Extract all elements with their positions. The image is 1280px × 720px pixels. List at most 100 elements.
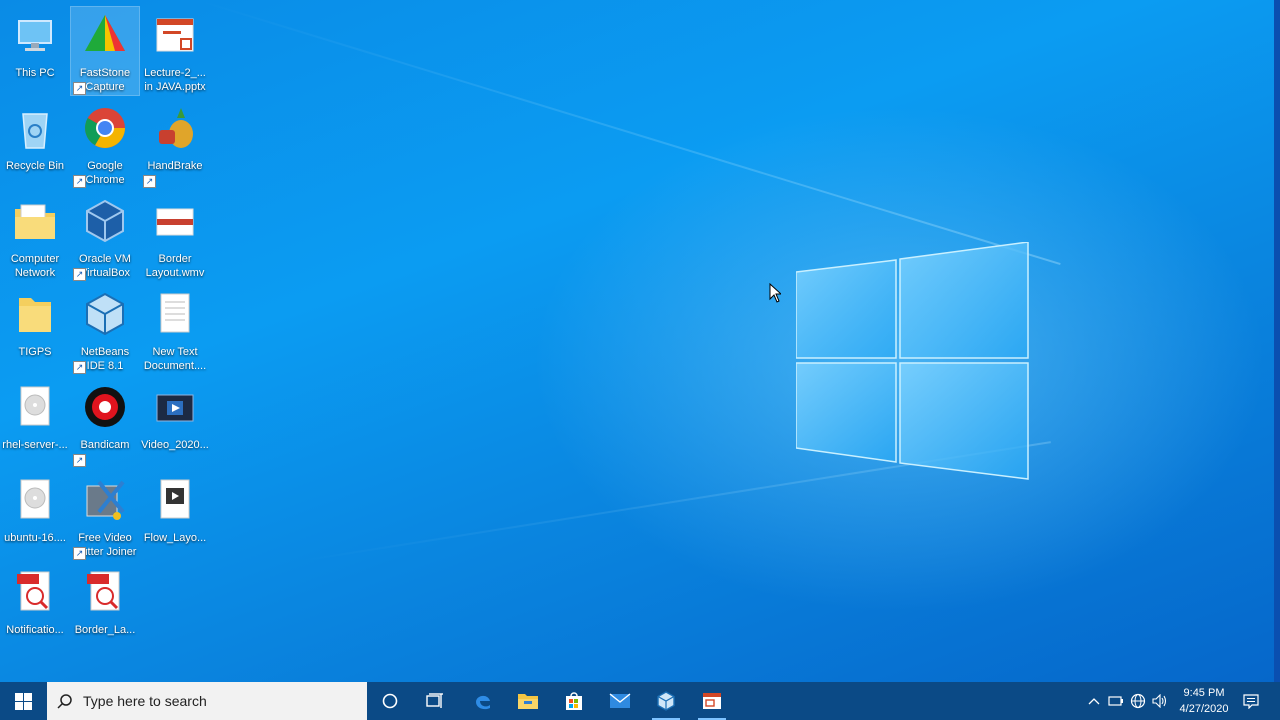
clock-date: 4/27/2020	[1179, 703, 1229, 715]
store-icon	[566, 692, 582, 710]
desktop-icon-label: Border_La...	[74, 624, 136, 636]
desktop-icon-this-pc[interactable]: This PC	[1, 7, 69, 95]
desktop-icon-ubuntu-iso[interactable]: ubuntu-16....	[1, 472, 69, 560]
cortana-button[interactable]	[368, 682, 412, 720]
desktop-icon-label: ubuntu-16....	[4, 532, 66, 544]
desktop-icon-label: HandBrake	[147, 160, 203, 172]
cortana-icon	[382, 693, 398, 709]
desktop-icon-faststone-capture[interactable]: ↗ FastStone Capture	[70, 6, 140, 96]
screen-edge	[1274, 0, 1280, 682]
powerpoint-icon	[703, 693, 721, 709]
taskbar-file-explorer[interactable]	[506, 682, 550, 720]
folder-icon	[19, 298, 51, 332]
shortcut-arrow-icon: ↗	[73, 454, 86, 467]
desktop-icon-label: Notificatio...	[6, 624, 64, 636]
windows-logo	[796, 242, 1029, 480]
wmv-file-icon	[156, 208, 194, 236]
taskbar-edge[interactable]	[461, 682, 505, 720]
shortcut-arrow-icon: ↗	[73, 361, 86, 374]
desktop-icon-label: Flow_Layo...	[143, 532, 207, 544]
bandicam-icon	[85, 387, 125, 427]
light-beam	[199, 0, 1061, 266]
text-file-icon	[160, 293, 190, 333]
taskbar-search-box[interactable]: Type here to search	[47, 682, 367, 720]
desktop-icon-tigps[interactable]: TIGPS	[1, 286, 69, 374]
mail-icon	[609, 693, 631, 708]
chrome-icon	[85, 108, 125, 148]
desktop-icon-border-layout-wmv[interactable]: Border Layout.wmv	[141, 193, 209, 281]
desktop-icon-label: TIGPS	[18, 346, 52, 358]
video-cutter-icon	[86, 480, 125, 520]
this-pc-icon	[18, 20, 52, 51]
disc-image-icon	[20, 479, 50, 519]
desktop-icon-free-video-cutter[interactable]: ↗ Free Video Cutter Joiner	[71, 472, 139, 560]
chevron-up-icon	[1088, 698, 1100, 705]
video-file-icon	[160, 479, 190, 519]
start-icon	[14, 692, 32, 710]
desktop-icon-oracle-virtualbox[interactable]: ↗ Oracle VM VirtualBox	[71, 193, 139, 281]
desktop-icon-computer-network[interactable]: Computer Network	[1, 193, 69, 281]
search-placeholder: Type here to search	[83, 693, 207, 709]
shortcut-arrow-icon: ↗	[73, 547, 86, 560]
edge-icon	[476, 695, 490, 710]
action-center-button[interactable]	[1240, 682, 1262, 720]
recycle-bin-icon	[22, 113, 48, 149]
desktop-icon-notification-pdf[interactable]: Notificatio...	[1, 564, 69, 652]
taskbar: Type here to search 9:45 PM 4/27/2020	[0, 682, 1280, 720]
taskbar-powerpoint[interactable]	[690, 682, 734, 720]
desktop-icon-label: rhel-server-...	[2, 439, 68, 451]
clock-time: 9:45 PM	[1183, 687, 1225, 699]
volume-button[interactable]	[1150, 682, 1170, 720]
shortcut-arrow-icon: ↗	[73, 268, 86, 281]
battery-icon	[1108, 696, 1123, 706]
desktop-icon-handbrake[interactable]: ↗ HandBrake	[141, 100, 209, 188]
desktop-icon-netbeans[interactable]: ↗ NetBeans IDE 8.1	[71, 286, 139, 374]
notification-icon	[1243, 694, 1259, 709]
task-view-button[interactable]	[413, 682, 457, 720]
folder-docs-icon	[15, 204, 55, 239]
desktop-icon-rhel-server[interactable]: rhel-server-...	[1, 379, 69, 467]
search-icon	[57, 694, 72, 709]
shortcut-arrow-icon: ↗	[73, 82, 86, 95]
desktop-icon-label: Border Layout.wmv	[145, 253, 205, 279]
network-globe-icon	[1130, 693, 1146, 709]
netbeans-icon	[657, 691, 675, 711]
pdf-file-icon	[87, 571, 120, 611]
desktop-icon-lecture-pptx[interactable]: Lecture-2_... in JAVA.pptx	[141, 7, 209, 95]
taskbar-clock[interactable]: 9:45 PM 4/27/2020	[1174, 685, 1234, 717]
handbrake-icon	[159, 108, 193, 148]
netbeans-icon	[86, 292, 124, 336]
pdf-file-icon	[17, 571, 50, 611]
desktop-icon-video-2020[interactable]: Video_2020...	[141, 379, 209, 467]
desktop-icon-flow-layout[interactable]: Flow_Layo...	[141, 472, 209, 560]
desktop-icon-label: Recycle Bin	[5, 160, 65, 172]
taskbar-netbeans[interactable]	[644, 682, 688, 720]
desktop-icon-recycle-bin[interactable]: Recycle Bin	[1, 100, 69, 188]
task-view-icon	[426, 693, 443, 708]
shortcut-arrow-icon: ↗	[143, 175, 156, 188]
video-file-icon	[156, 394, 194, 422]
desktop-icon-bandicam[interactable]: ↗ Bandicam	[71, 379, 139, 467]
faststone-capture-icon	[85, 15, 125, 51]
desktop-icon-label: This PC	[15, 67, 55, 79]
virtualbox-icon	[86, 199, 124, 243]
show-hidden-icons-button[interactable]	[1084, 682, 1104, 720]
desktop-icon-new-text-document[interactable]: New Text Document....	[141, 286, 209, 374]
file-explorer-icon	[518, 694, 538, 709]
desktop-icon-label: New Text Document....	[143, 346, 207, 372]
battery-button[interactable]	[1106, 682, 1126, 720]
disc-image-icon	[20, 386, 50, 426]
taskbar-mail[interactable]	[598, 682, 642, 720]
mouse-cursor-icon	[769, 283, 781, 303]
start-button[interactable]	[0, 682, 46, 720]
pptx-file-icon	[156, 18, 194, 52]
desktop-icon-google-chrome[interactable]: ↗ Google Chrome	[71, 100, 139, 188]
network-button[interactable]	[1128, 682, 1148, 720]
shortcut-arrow-icon: ↗	[73, 175, 86, 188]
desktop-icon-label: Computer Network	[10, 253, 60, 279]
taskbar-store[interactable]	[552, 682, 596, 720]
speaker-icon	[1152, 694, 1167, 708]
desktop-icon-label: Video_2020...	[141, 439, 209, 451]
desktop-icon-label: Lecture-2_... in JAVA.pptx	[144, 67, 206, 93]
desktop-icon-border-layout-pdf[interactable]: Border_La...	[71, 564, 139, 652]
